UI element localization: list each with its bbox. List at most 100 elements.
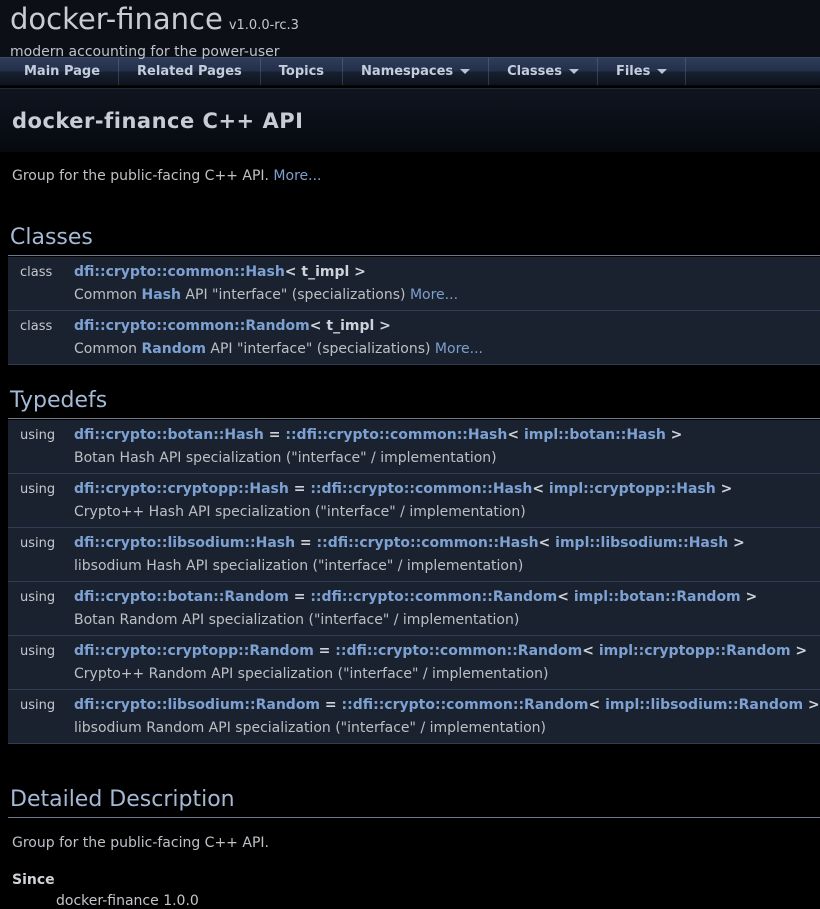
title-area: docker-financev1.0.0-rc.3 modern account… bbox=[0, 0, 820, 57]
member-description: Crypto++ Hash API specialization ("inter… bbox=[74, 500, 820, 523]
classes-heading: Classes bbox=[8, 225, 820, 256]
member-signature: dfi::crypto::botan::Random = ::dfi::cryp… bbox=[74, 587, 820, 608]
member-description: Common Random API "interface" (specializ… bbox=[74, 337, 820, 360]
member-link[interactable]: impl::cryptopp::Random bbox=[599, 643, 791, 659]
nav-item-namespaces[interactable]: Namespaces bbox=[343, 58, 489, 85]
contents: Group for the public-facing C++ API. Mor… bbox=[0, 152, 820, 909]
member-text: < bbox=[539, 535, 556, 551]
nav-item-main-page[interactable]: Main Page bbox=[0, 58, 119, 85]
member-text: = bbox=[320, 697, 341, 713]
member-link[interactable]: ::dfi::crypto::common::Random bbox=[342, 697, 589, 713]
class-row: classdfi::crypto::common::Random< t_impl… bbox=[8, 311, 820, 365]
nav-item-classes[interactable]: Classes bbox=[489, 58, 598, 85]
intro-text-body: Group for the public-facing C++ API. bbox=[12, 168, 269, 184]
member-link[interactable]: ::dfi::crypto::common::Hash bbox=[285, 427, 507, 443]
member-kind: class bbox=[8, 262, 74, 283]
member-link[interactable]: impl::libsodium::Random bbox=[605, 697, 803, 713]
more-link[interactable]: More... bbox=[435, 341, 483, 357]
member-link[interactable]: ::dfi::crypto::common::Random bbox=[310, 589, 557, 605]
class-row: classdfi::crypto::common::Hash< t_impl >… bbox=[8, 257, 820, 311]
member-text: = bbox=[264, 427, 285, 443]
member-signature: dfi::crypto::cryptopp::Random = ::dfi::c… bbox=[74, 641, 820, 662]
member-text: Crypto++ Random API specialization ("int… bbox=[74, 666, 548, 682]
member-link[interactable]: ::dfi::crypto::common::Random bbox=[335, 643, 582, 659]
member-text: > bbox=[741, 589, 758, 605]
member-text: = bbox=[314, 643, 335, 659]
more-link[interactable]: More... bbox=[410, 287, 458, 303]
member-text: API "interface" (specializations) bbox=[206, 341, 435, 357]
member-link[interactable]: dfi::crypto::cryptopp::Random bbox=[74, 643, 314, 659]
typedef-row: usingdfi::crypto::botan::Random = ::dfi:… bbox=[8, 582, 820, 636]
member-link[interactable]: dfi::crypto::botan::Hash bbox=[74, 427, 264, 443]
nav-item-related-pages[interactable]: Related Pages bbox=[119, 58, 261, 85]
member-link[interactable]: dfi::crypto::libsodium::Random bbox=[74, 697, 320, 713]
member-link[interactable]: impl::cryptopp::Hash bbox=[549, 481, 716, 497]
detailed-description-heading: Detailed Description bbox=[8, 787, 820, 818]
member-text: = bbox=[289, 481, 310, 497]
member-kind: using bbox=[8, 641, 74, 662]
member-link[interactable]: dfi::crypto::botan::Random bbox=[74, 589, 289, 605]
member-signature: dfi::crypto::cryptopp::Hash = ::dfi::cry… bbox=[74, 479, 820, 500]
main-nav: Main Page Related Pages Topics Namespaces Cl… bbox=[0, 57, 820, 86]
main-nav-list: Main Page Related Pages Topics Namespaces Cl… bbox=[0, 58, 820, 85]
member-link[interactable]: dfi::crypto::libsodium::Hash bbox=[74, 535, 295, 551]
member-kind: using bbox=[8, 479, 74, 500]
member-link[interactable]: Random bbox=[142, 341, 206, 357]
typedefs-table: usingdfi::crypto::botan::Hash = ::dfi::c… bbox=[8, 420, 820, 744]
nav-item-topics[interactable]: Topics bbox=[261, 58, 343, 85]
member-description: libsodium Hash API specialization ("inte… bbox=[74, 554, 820, 577]
nav-item-label: Related Pages bbox=[137, 64, 242, 79]
typedef-row: usingdfi::crypto::cryptopp::Random = ::d… bbox=[8, 636, 820, 690]
typedefs-heading: Typedefs bbox=[8, 388, 820, 419]
classes-table: classdfi::crypto::common::Hash< t_impl >… bbox=[8, 257, 820, 365]
member-text: API "interface" (specializations) bbox=[181, 287, 410, 303]
member-link[interactable]: ::dfi::crypto::common::Hash bbox=[317, 535, 539, 551]
member-link[interactable]: Hash bbox=[142, 287, 181, 303]
member-text: Common bbox=[74, 341, 142, 357]
member-link[interactable]: impl::botan::Hash bbox=[524, 427, 666, 443]
member-kind: using bbox=[8, 425, 74, 446]
member-link[interactable]: impl::libsodium::Hash bbox=[555, 535, 728, 551]
nav-item-label: Namespaces bbox=[361, 64, 453, 79]
member-text: Botan Random API specialization ("interf… bbox=[74, 612, 519, 628]
member-text: Crypto++ Hash API specialization ("inter… bbox=[74, 504, 526, 520]
member-description: Common Hash API "interface" (specializat… bbox=[74, 283, 820, 306]
member-description: Botan Hash API specialization ("interfac… bbox=[74, 446, 820, 469]
intro-more-link[interactable]: More... bbox=[273, 168, 321, 184]
nav-item-label: Classes bbox=[507, 64, 562, 79]
detailed-description-text: Group for the public-facing C++ API. bbox=[8, 835, 820, 851]
member-text: Common bbox=[74, 287, 142, 303]
member-link[interactable]: impl::botan::Random bbox=[574, 589, 741, 605]
project-version: v1.0.0-rc.3 bbox=[229, 18, 299, 33]
member-link[interactable]: ::dfi::crypto::common::Hash bbox=[310, 481, 532, 497]
member-description: Botan Random API specialization ("interf… bbox=[74, 608, 820, 631]
nav-item-label: Main Page bbox=[24, 64, 100, 79]
member-kind: using bbox=[8, 533, 74, 554]
member-text: < bbox=[588, 697, 605, 713]
since-block: Since docker-finance 1.0.0 bbox=[8, 872, 820, 909]
member-link[interactable]: dfi::crypto::cryptopp::Hash bbox=[74, 481, 289, 497]
member-text: < t_impl > bbox=[310, 318, 391, 334]
member-description: libsodium Random API specialization ("in… bbox=[74, 716, 820, 739]
member-signature: dfi::crypto::botan::Hash = ::dfi::crypto… bbox=[74, 425, 820, 446]
project-name: docker-financev1.0.0-rc.3 bbox=[10, 2, 820, 43]
nav-item-files[interactable]: Files bbox=[598, 58, 686, 85]
chevron-down-icon bbox=[460, 69, 470, 74]
since-value: docker-finance 1.0.0 bbox=[56, 893, 820, 909]
member-kind: using bbox=[8, 587, 74, 608]
member-signature: dfi::crypto::common::Random< t_impl > bbox=[74, 316, 820, 337]
nav-item-label: Files bbox=[616, 64, 650, 79]
typedef-row: usingdfi::crypto::botan::Hash = ::dfi::c… bbox=[8, 420, 820, 474]
member-text: < t_impl > bbox=[285, 264, 366, 280]
member-text: libsodium Random API specialization ("in… bbox=[74, 720, 546, 736]
since-label: Since bbox=[12, 872, 820, 888]
page-title: docker-finance C++ API bbox=[12, 109, 808, 133]
member-text: > bbox=[803, 697, 820, 713]
typedef-row: usingdfi::crypto::libsodium::Random = ::… bbox=[8, 690, 820, 744]
page-header: docker-finance C++ API bbox=[0, 88, 820, 152]
member-link[interactable]: dfi::crypto::common::Random bbox=[74, 318, 310, 334]
member-link[interactable]: dfi::crypto::common::Hash bbox=[74, 264, 285, 280]
member-text: < bbox=[557, 589, 574, 605]
member-text: > bbox=[791, 643, 808, 659]
nav-item-label: Topics bbox=[279, 64, 324, 79]
